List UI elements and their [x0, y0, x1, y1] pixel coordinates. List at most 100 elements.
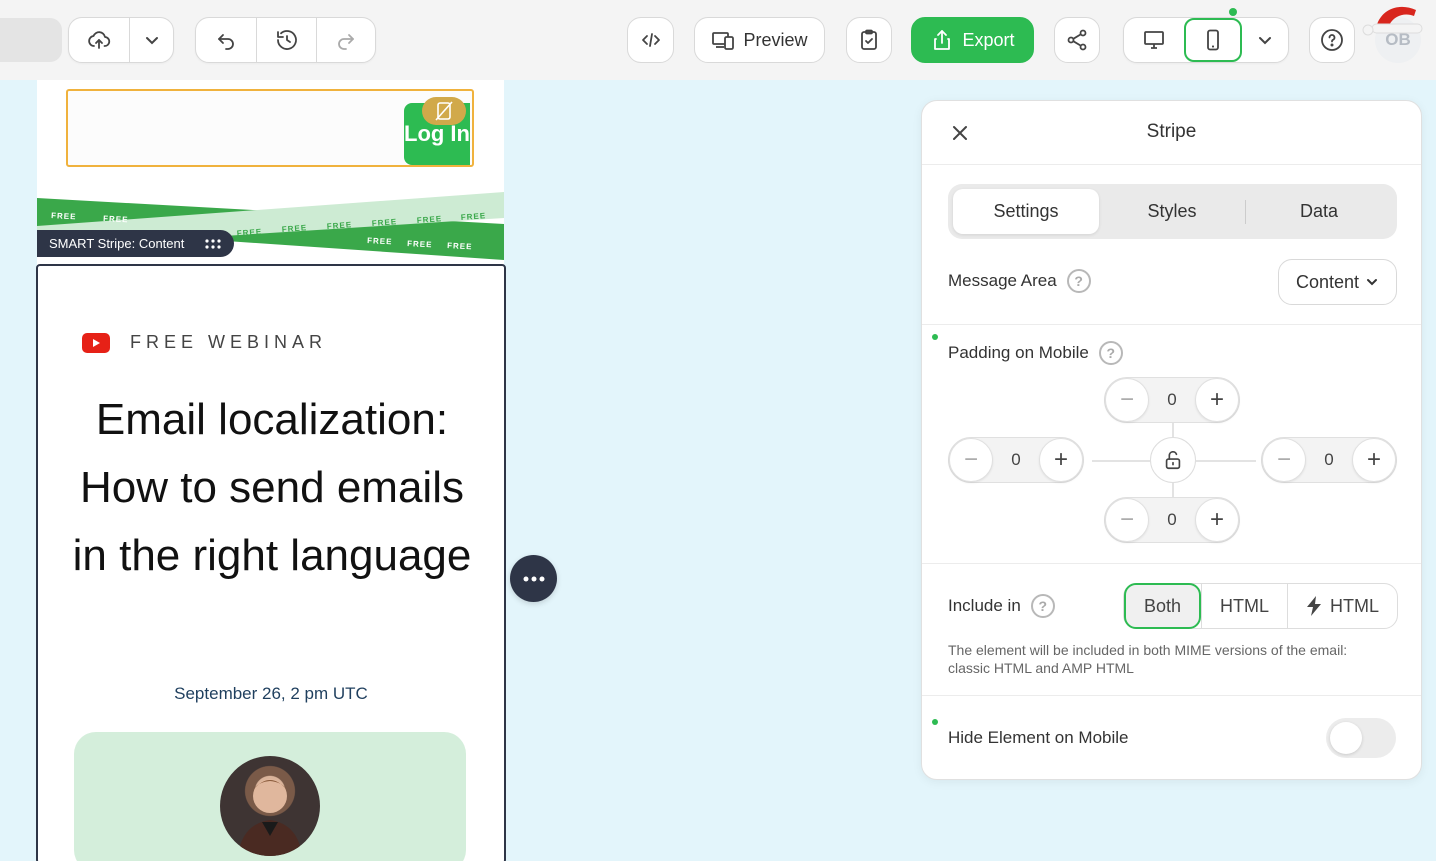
decrease-button[interactable]: −	[949, 438, 993, 482]
smart-stripe-label: SMART Stripe: Content	[49, 236, 185, 251]
ellipsis-icon	[523, 576, 544, 581]
increase-button[interactable]: +	[1195, 498, 1239, 542]
tab-settings[interactable]: Settings	[953, 189, 1099, 234]
toolbar-left-stub[interactable]	[0, 18, 62, 62]
stripe-text-3: FREE	[367, 236, 393, 246]
hidden-on-mobile-badge	[422, 97, 466, 125]
clipboard-check-icon	[861, 29, 877, 50]
preview-button[interactable]: Preview	[694, 17, 825, 63]
panel-title: Stripe	[1146, 121, 1197, 142]
share-upload-icon	[934, 30, 951, 50]
padding-bottom-value[interactable]: 0	[1167, 510, 1176, 530]
help-icon[interactable]: ?	[1098, 341, 1123, 365]
webinar-label: FREE WEBINAR	[130, 332, 328, 352]
padding-connector	[1196, 460, 1256, 462]
increase-button[interactable]: +	[1039, 438, 1083, 482]
smart-stripe-badge[interactable]: SMART Stripe: Content	[37, 230, 235, 257]
increase-button[interactable]: +	[1352, 438, 1396, 482]
login-block[interactable]: Log In	[66, 89, 474, 167]
desktop-icon	[1144, 31, 1164, 49]
padding-right-value[interactable]: 0	[1324, 450, 1333, 470]
chevron-down-icon	[1367, 279, 1378, 286]
hidden-mobile-icon	[435, 101, 453, 121]
padding-row: Padding on Mobile ?	[948, 341, 1123, 365]
hide-on-mobile-toggle[interactable]	[1326, 718, 1396, 758]
padding-left-stepper: − 0 +	[948, 437, 1084, 483]
device-view-group	[1123, 17, 1289, 63]
message-area-label: Message Area	[948, 271, 1057, 290]
top-toolbar: Preview Export OB	[0, 0, 1436, 80]
decrease-button[interactable]: −	[1105, 498, 1149, 542]
increase-button[interactable]: +	[1195, 378, 1239, 422]
help-icon[interactable]: ?	[1030, 594, 1055, 618]
desktop-view-button[interactable]	[1124, 18, 1184, 62]
youtube-icon	[82, 332, 110, 353]
padding-right-stepper: − 0 +	[1261, 437, 1397, 483]
question-circle-icon	[1321, 29, 1343, 51]
decrease-button[interactable]: −	[1262, 438, 1306, 482]
toggle-knob	[1330, 722, 1362, 754]
cloud-upload-button[interactable]	[69, 18, 129, 62]
section-divider	[922, 695, 1421, 696]
include-in-label: Include in	[948, 596, 1021, 615]
stripe-text-7: FREE	[281, 223, 307, 234]
message-area-value: Content	[1295, 271, 1360, 292]
stripe-text-1: FREE	[51, 211, 77, 221]
undo-icon	[218, 34, 234, 50]
include-html-option[interactable]: HTML	[1201, 584, 1287, 628]
preview-label: Preview	[743, 29, 808, 50]
save-group	[68, 17, 174, 63]
drag-handle-icon[interactable]	[204, 238, 222, 250]
view-options-dropdown[interactable]	[1242, 18, 1288, 62]
email-headline: Email localization: How to send emails i…	[72, 395, 472, 580]
redo-button[interactable]	[316, 18, 375, 62]
help-button[interactable]	[1309, 17, 1355, 63]
hide-on-mobile-label: Hide Element on Mobile	[948, 728, 1129, 747]
message-area-row: Message Area ?	[948, 269, 1091, 293]
stripe-text-10: FREE	[416, 214, 442, 225]
include-html-label: HTML	[1220, 595, 1270, 616]
tab-styles[interactable]: Styles	[1099, 189, 1245, 234]
test-checklist-button[interactable]	[846, 17, 892, 63]
mobile-phone-icon	[1207, 29, 1219, 51]
mobile-view-button[interactable]	[1184, 18, 1242, 62]
code-editor-button[interactable]	[627, 17, 674, 63]
undo-button[interactable]	[196, 18, 256, 62]
history-group	[195, 17, 376, 63]
chevron-down-icon	[145, 37, 158, 45]
save-options-dropdown[interactable]	[129, 18, 173, 62]
message-area-select[interactable]: Content	[1278, 259, 1397, 305]
export-button[interactable]: Export	[911, 17, 1034, 63]
share-icon	[1067, 29, 1087, 51]
include-amp-html-option[interactable]: HTML	[1287, 584, 1397, 628]
padding-left-value[interactable]: 0	[1011, 450, 1020, 470]
section-divider	[922, 563, 1421, 564]
version-history-button[interactable]	[256, 18, 316, 62]
stripe-settings-panel: Stripe Settings Styles Data Message Area…	[921, 100, 1422, 780]
share-button[interactable]	[1054, 17, 1100, 63]
stripe-text-9: FREE	[371, 217, 397, 228]
history-icon	[276, 30, 297, 50]
tab-data[interactable]: Data	[1246, 189, 1392, 234]
mobile-indicator-dot	[932, 719, 938, 725]
selected-content-block[interactable]: FREE WEBINAR Email localization: How to …	[36, 264, 506, 861]
include-both-option[interactable]: Both	[1124, 583, 1202, 629]
code-icon	[641, 33, 660, 47]
include-amp-html-label: HTML	[1330, 595, 1380, 616]
speaker-card	[74, 732, 466, 861]
padding-top-value[interactable]: 0	[1167, 390, 1176, 410]
help-icon[interactable]: ?	[1066, 269, 1091, 293]
webinar-date: September 26, 2 pm UTC	[174, 684, 368, 703]
hide-on-mobile-row: Hide Element on Mobile	[948, 728, 1128, 748]
santa-hat-icon	[1362, 6, 1423, 36]
panel-header: Stripe	[922, 101, 1421, 165]
more-options-button[interactable]	[510, 555, 557, 602]
padding-lock-toggle[interactable]	[1150, 437, 1196, 483]
include-both-label: Both	[1144, 595, 1182, 616]
speaker-photo	[220, 756, 320, 856]
padding-label: Padding on Mobile	[948, 343, 1089, 362]
stripe-text-11: FREE	[460, 211, 486, 222]
decrease-button[interactable]: −	[1105, 378, 1149, 422]
include-in-options: Both HTML HTML	[1123, 583, 1399, 629]
redo-icon	[338, 34, 354, 50]
